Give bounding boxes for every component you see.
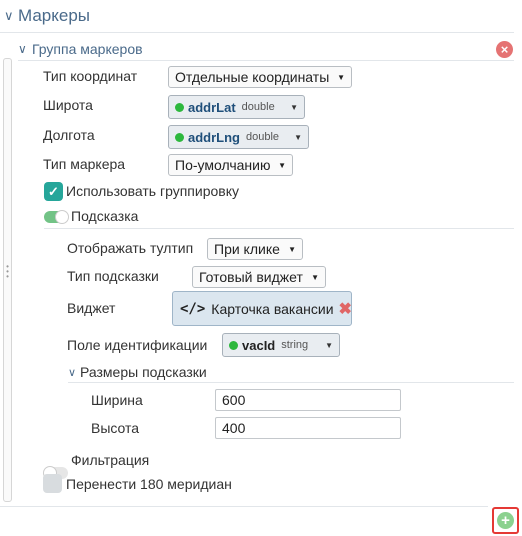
width-value: 600 [222, 392, 246, 408]
use-grouping-checkbox[interactable]: ✓ [44, 182, 63, 201]
variable-status-dot [175, 102, 184, 112]
hint-toggle[interactable] [44, 210, 69, 224]
tooltip-display-select[interactable]: При клике ▼ [207, 238, 303, 260]
chevron-down-icon: ∨ [4, 8, 14, 23]
marker-type-select[interactable]: По-умолчанию ▼ [168, 154, 293, 176]
latitude-label: Широта [43, 97, 93, 113]
group-title: Группа маркеров [32, 41, 143, 57]
close-icon: × [500, 42, 509, 57]
bottom-divider [0, 506, 488, 507]
longitude-var-name: addrLng [188, 129, 240, 145]
group-divider [18, 60, 514, 61]
widget-label: Виджет [67, 300, 116, 316]
id-field-var-type: string [281, 339, 309, 351]
width-input[interactable]: 600 [215, 389, 401, 411]
height-value: 400 [222, 420, 246, 436]
variable-status-dot [175, 132, 184, 142]
hint-size-divider [68, 382, 514, 383]
latitude-variable-select[interactable]: addrLat double ▼ [168, 95, 305, 119]
hint-type-label: Тип подсказки [67, 268, 159, 284]
caret-down-icon: ▼ [278, 160, 286, 170]
longitude-label: Долгота [43, 127, 95, 143]
coord-type-select[interactable]: Отдельные координаты ▼ [168, 66, 352, 88]
remove-group-button[interactable]: × [496, 41, 513, 58]
chevron-down-icon: ∨ [18, 42, 27, 56]
group-header[interactable]: ∨ Группа маркеров [18, 39, 143, 59]
filtering-label: Фильтрация [71, 452, 150, 468]
hint-type-value: Готовый виджет [199, 269, 303, 285]
caret-down-icon: ▼ [288, 244, 296, 254]
id-field-label: Поле идентификации [67, 337, 208, 353]
drag-handle-icon[interactable]: • • • [5, 263, 10, 281]
coord-type-value: Отдельные координаты [175, 69, 330, 85]
add-group-button[interactable]: + [492, 507, 519, 534]
hint-size-header[interactable]: ∨ Размеры подсказки [68, 364, 207, 380]
caret-down-icon: ▼ [311, 272, 319, 282]
caret-down-icon: ▼ [337, 72, 345, 82]
add-icon: + [497, 512, 514, 529]
hint-divider [44, 228, 514, 229]
widget-chip[interactable]: </> Карточка вакансии ✖ [172, 291, 352, 326]
marker-type-value: По-умолчанию [175, 157, 271, 173]
meridian-label: Перенести 180 меридиан [66, 476, 232, 492]
hint-label: Подсказка [71, 208, 139, 224]
coord-type-label: Тип координат [43, 68, 138, 84]
marker-type-label: Тип маркера [43, 156, 126, 172]
id-field-variable-select[interactable]: vacId string ▼ [222, 333, 340, 357]
code-icon: </> [180, 300, 206, 317]
height-label: Высота [91, 420, 140, 436]
chevron-down-icon: ∨ [68, 366, 77, 379]
hint-type-select[interactable]: Готовый виджет ▼ [192, 266, 326, 288]
section-header[interactable]: ∨ Маркеры [4, 4, 90, 28]
tooltip-display-label: Отображать тултип [67, 240, 194, 256]
variable-status-dot [229, 340, 238, 350]
longitude-variable-select[interactable]: addrLng double ▼ [168, 125, 309, 149]
section-divider [0, 32, 514, 33]
use-grouping-label: Использовать группировку [66, 183, 239, 199]
remove-widget-icon[interactable]: ✖ [339, 299, 352, 319]
caret-down-icon: ▼ [294, 132, 302, 142]
widget-value: Карточка вакансии [211, 300, 334, 317]
section-title: Маркеры [18, 6, 91, 25]
toggle-knob [55, 210, 69, 224]
check-icon: ✓ [48, 183, 59, 199]
hint-size-title: Размеры подсказки [80, 364, 207, 380]
width-label: Ширина [91, 392, 143, 408]
tooltip-display-value: При клике [214, 241, 280, 257]
id-field-var-name: vacId [242, 337, 276, 353]
caret-down-icon: ▼ [290, 102, 298, 112]
latitude-var-name: addrLat [188, 99, 236, 115]
latitude-var-type: double [241, 101, 275, 113]
caret-down-icon: ▼ [325, 340, 333, 350]
meridian-checkbox[interactable] [43, 474, 62, 493]
height-input[interactable]: 400 [215, 417, 401, 439]
longitude-var-type: double [246, 131, 280, 143]
